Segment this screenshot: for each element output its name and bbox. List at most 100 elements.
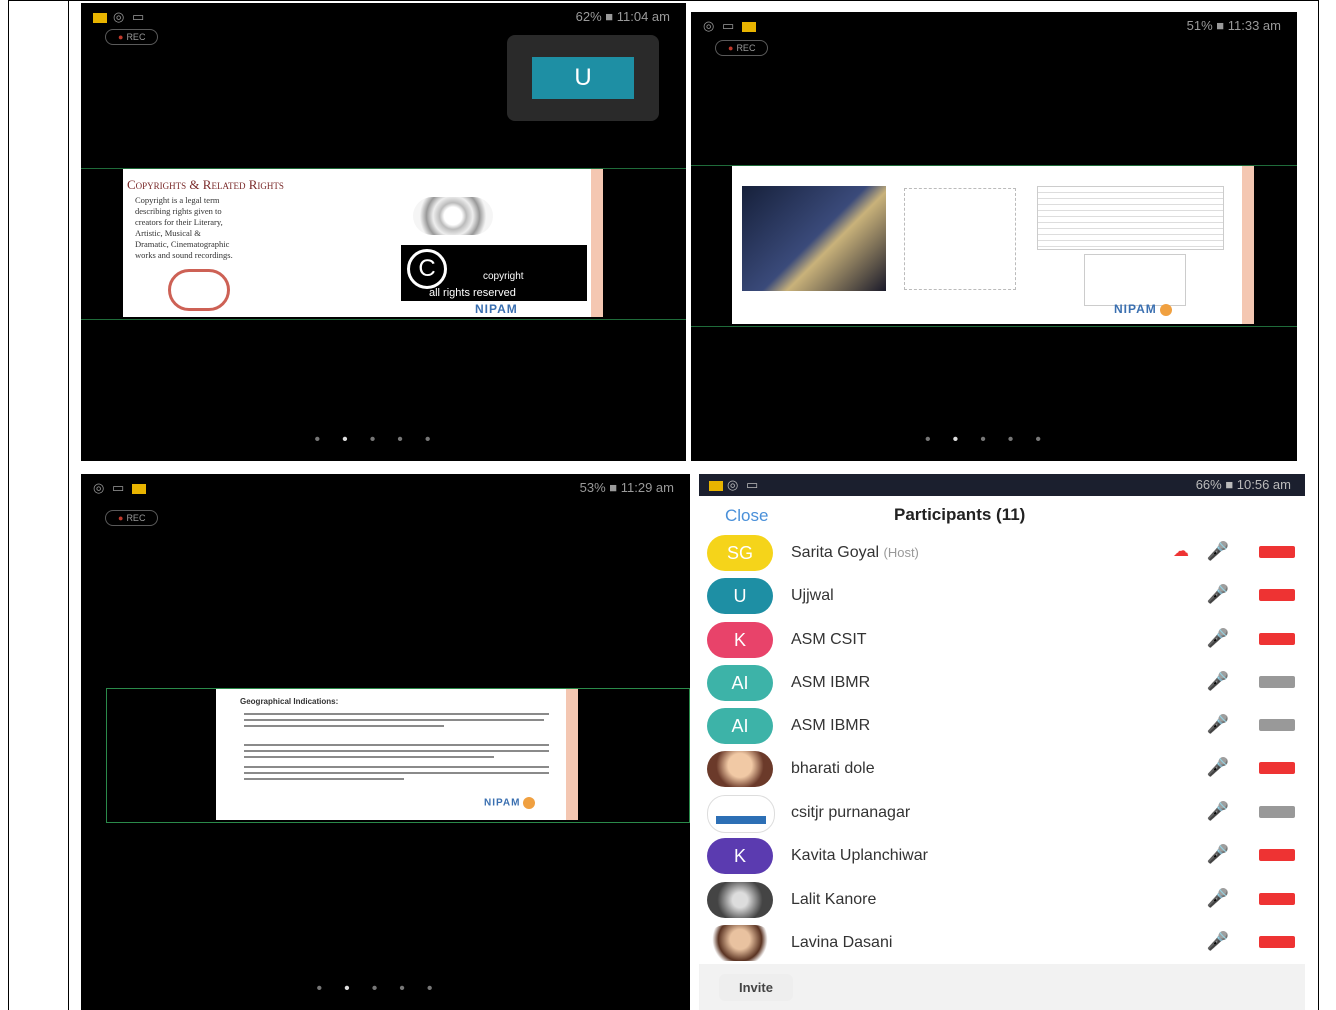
participant-row[interactable]: K Kavita Uplanchiwar 🎤 xyxy=(699,835,1305,878)
status-icons-left: ◎ ▭ xyxy=(709,477,760,493)
slide-text-line xyxy=(244,744,549,746)
slide-text-line xyxy=(244,750,549,752)
rec-indicator: ● REC xyxy=(715,40,769,56)
camera-icon[interactable] xyxy=(1259,893,1295,905)
participant-row[interactable]: Lavina Dasani 🎤 xyxy=(699,922,1305,965)
cloud-icon[interactable]: ☁ xyxy=(1173,541,1189,561)
page-title: Participants (11) xyxy=(894,505,1026,524)
screenshot-panel-1: ◎ ▭ 62% ■ 11:04 am ● REC U Copyrights & R… xyxy=(81,3,686,461)
avatar: U xyxy=(707,578,773,614)
participant-name: csitjr purnanagar xyxy=(791,804,911,821)
camera-off-icon[interactable] xyxy=(1259,806,1295,818)
slide-text-line xyxy=(244,778,404,780)
video-tile[interactable]: U xyxy=(507,35,659,121)
avatar-photo xyxy=(707,925,773,961)
status-icons-left: ◎ ▭ xyxy=(93,480,152,496)
diagram-image xyxy=(1084,254,1186,306)
camera-icon[interactable] xyxy=(1259,849,1295,861)
page-indicator: ••••• xyxy=(924,431,1064,448)
mic-muted-icon[interactable]: 🎤 xyxy=(1207,757,1229,778)
mic-muted-icon[interactable]: 🎤 xyxy=(1207,671,1229,692)
mic-muted-icon[interactable]: 🎤 xyxy=(1207,801,1229,822)
status-bar: ◎ ▭ 51% ■ 11:33 am xyxy=(691,12,1297,42)
camera-off-icon[interactable] xyxy=(1259,719,1295,731)
participant-row[interactable]: AI ASM IBMR 🎤 xyxy=(699,662,1305,705)
table-border-right xyxy=(1318,0,1319,1010)
ring-image xyxy=(413,197,493,235)
status-bar: ◎ ▭ 66% ■ 10:56 am xyxy=(699,474,1305,496)
camera-icon[interactable] xyxy=(1259,762,1295,774)
participant-name: Ujjwal xyxy=(791,587,834,604)
rec-indicator: ● REC xyxy=(105,29,159,45)
status-text: 66% ■ 10:56 am xyxy=(1195,477,1291,492)
avatar: K xyxy=(707,838,773,874)
avatar: AI xyxy=(707,708,773,744)
mic-muted-icon[interactable]: 🎤 xyxy=(1207,931,1229,952)
participant-row[interactable]: Lalit Kanore 🎤 xyxy=(699,879,1305,922)
avatar: U xyxy=(532,57,634,99)
slide-edge xyxy=(591,169,603,317)
close-button[interactable]: Close xyxy=(725,506,768,526)
participant-row[interactable]: SG Sarita Goyal (Host) ☁ 🎤 xyxy=(699,532,1305,575)
mic-muted-icon[interactable]: 🎤 xyxy=(1207,888,1229,909)
screenshot-panel-2: ◎ ▭ 51% ■ 11:33 am ● REC NIPAM ••••• xyxy=(691,12,1297,461)
participant-name: ASM CSIT xyxy=(791,631,867,648)
slide-text-line xyxy=(244,756,494,758)
slide-edge xyxy=(566,689,578,820)
avatar: AI xyxy=(707,665,773,701)
copyright-badge: C copyright all rights reserved xyxy=(401,245,587,301)
sketch-image xyxy=(904,188,1016,290)
mic-muted-icon[interactable]: 🎤 xyxy=(1207,628,1229,649)
status-text: 62% ■ 11:04 am xyxy=(575,9,670,24)
table-border-top xyxy=(8,0,1319,1)
nipam-logo: NIPAM xyxy=(475,302,518,316)
badge-sub: all rights reserved xyxy=(429,287,516,299)
mic-muted-icon[interactable]: 🎤 xyxy=(1207,541,1229,562)
camera-icon[interactable] xyxy=(1259,936,1295,948)
avatar: K xyxy=(707,622,773,658)
status-bar: ◎ ▭ 62% ■ 11:04 am xyxy=(81,3,686,33)
participant-row[interactable]: U Ujjwal 🎤 xyxy=(699,575,1305,618)
mic-muted-icon[interactable]: 🎤 xyxy=(1207,714,1229,735)
invite-button[interactable]: Invite xyxy=(719,974,793,1001)
participant-name: Sarita Goyal (Host) xyxy=(791,544,919,561)
slide: Copyrights & Related Rights Copyright is… xyxy=(123,169,603,317)
participant-row[interactable]: bharati dole 🎤 xyxy=(699,748,1305,791)
participant-name: ASM IBMR xyxy=(791,717,871,734)
slide: Geographical Indications: NIPAM xyxy=(216,689,578,820)
slide-body: Copyright is a legal term describing rig… xyxy=(135,195,233,260)
participant-row[interactable]: AI ASM IBMR 🎤 xyxy=(699,705,1305,748)
camera-off-icon[interactable] xyxy=(1259,676,1295,688)
avatar-photo xyxy=(707,882,773,918)
copyright-icon: C xyxy=(407,249,447,289)
page-indicator: ••••• xyxy=(316,980,455,997)
slide-text-line xyxy=(244,766,549,768)
participant-row[interactable]: csitjr purnanagar 🎤 xyxy=(699,792,1305,835)
avatar: SG xyxy=(707,535,773,571)
status-text: 53% ■ 11:29 am xyxy=(579,480,674,495)
photo-image xyxy=(742,186,886,291)
avatar-photo xyxy=(707,751,773,787)
rec-indicator: ● REC xyxy=(105,510,159,526)
slide-title: Copyrights & Related Rights xyxy=(127,177,284,192)
status-icons-left: ◎ ▭ xyxy=(703,18,762,34)
participant-row[interactable]: K ASM CSIT 🎤 xyxy=(699,619,1305,662)
slide-title: Geographical Indications: xyxy=(240,697,339,706)
slide-text-line xyxy=(244,713,549,715)
mic-muted-icon[interactable]: 🎤 xyxy=(1207,844,1229,865)
stamp-icon xyxy=(168,269,230,311)
slide-text-line xyxy=(244,725,444,727)
screenshot-panel-3: ◎ ▭ 53% ■ 11:29 am ● REC Geographical Ind… xyxy=(81,474,690,1010)
slide-text-line xyxy=(244,772,549,774)
slide-text-line xyxy=(244,719,544,721)
camera-icon[interactable] xyxy=(1259,633,1295,645)
table-border-divider xyxy=(68,0,69,1010)
status-text: 51% ■ 11:33 am xyxy=(1186,18,1281,33)
mic-on-icon[interactable]: 🎤 xyxy=(1207,584,1229,605)
participant-name: bharati dole xyxy=(791,760,875,777)
table-border-left xyxy=(8,0,9,1010)
camera-icon[interactable] xyxy=(1259,589,1295,601)
participant-name: Kavita Uplanchiwar xyxy=(791,847,928,864)
participant-name: Lavina Dasani xyxy=(791,934,893,951)
camera-icon[interactable] xyxy=(1259,546,1295,558)
